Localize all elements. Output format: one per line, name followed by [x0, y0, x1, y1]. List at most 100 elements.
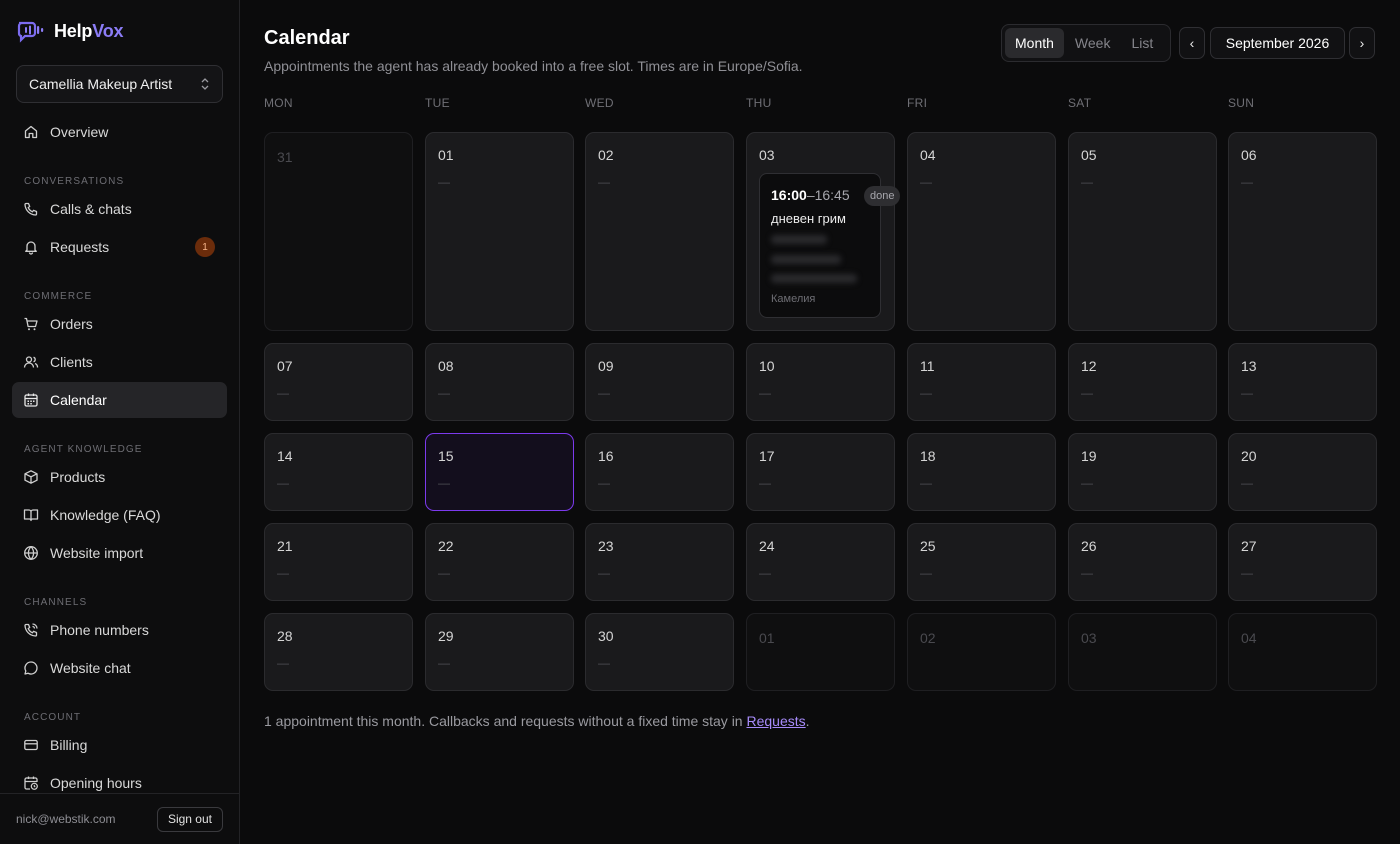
- box-icon: [24, 470, 38, 484]
- weekday-label: TUE: [425, 96, 450, 110]
- calendar-day[interactable]: 29 —: [425, 613, 574, 691]
- calendar-page: Calendar Appointments the agent has alre…: [264, 0, 1377, 844]
- view-month-button[interactable]: Month: [1005, 28, 1064, 58]
- calendar-day[interactable]: 10 —: [746, 343, 895, 421]
- day-number: 30: [598, 628, 614, 644]
- calendar-day[interactable]: 16 —: [585, 433, 734, 511]
- no-appointments-marker: —: [920, 476, 932, 490]
- no-appointments-marker: —: [759, 566, 771, 580]
- day-number: 14: [277, 448, 293, 464]
- day-number: 02: [598, 147, 614, 163]
- sidebar-item-label: Orders: [50, 316, 93, 332]
- sidebar-item-label: Website chat: [50, 660, 131, 676]
- no-appointments-marker: —: [598, 656, 610, 670]
- business-selector[interactable]: Camellia Makeup Artist: [16, 65, 223, 103]
- sidebar-item-label: Requests: [50, 239, 110, 255]
- calendar-day[interactable]: 14 —: [264, 433, 413, 511]
- current-month-label[interactable]: September 2026: [1210, 27, 1345, 59]
- day-number: 19: [1081, 448, 1097, 464]
- calendar-day[interactable]: 03 16:00–16:45 done дневен грим Камелия: [746, 132, 901, 331]
- redacted-client-phone: [771, 255, 841, 264]
- sidebar-item-website-import[interactable]: Website import: [12, 535, 227, 571]
- calendar-day[interactable]: 27 —: [1228, 523, 1377, 601]
- appointment-end: –16:45: [806, 187, 850, 203]
- calendar-day[interactable]: 26 —: [1068, 523, 1217, 601]
- brand-logo[interactable]: HelpVox: [16, 18, 123, 44]
- appointment-staff: Камелия: [771, 293, 816, 305]
- calendar-day[interactable]: 28 —: [264, 613, 413, 691]
- calendar-day[interactable]: 11 —: [907, 343, 1056, 421]
- calendar-day-today[interactable]: 15 —: [425, 433, 574, 511]
- calendar-day[interactable]: 12 —: [1068, 343, 1217, 421]
- next-month-button[interactable]: ›: [1349, 27, 1375, 59]
- home-icon: [24, 125, 38, 139]
- day-number: 05: [1081, 147, 1097, 163]
- calendar-day[interactable]: 25 —: [907, 523, 1056, 601]
- calendar-day[interactable]: 21 —: [264, 523, 413, 601]
- phone-icon: [24, 202, 38, 216]
- sidebar-item-phone-numbers[interactable]: Phone numbers: [12, 612, 227, 648]
- view-week-button[interactable]: Week: [1065, 28, 1121, 58]
- calendar-day[interactable]: 09 —: [585, 343, 734, 421]
- view-toggle: Month Week List: [1001, 24, 1171, 62]
- calendar-day[interactable]: 04 —: [907, 132, 1056, 331]
- sidebar-item-calls-chats[interactable]: Calls & chats: [12, 191, 227, 227]
- cart-icon: [24, 317, 38, 331]
- sidebar-item-orders[interactable]: Orders: [12, 306, 227, 342]
- no-appointments-marker: —: [1081, 476, 1093, 490]
- day-number: 31: [277, 149, 293, 165]
- sidebar-item-overview[interactable]: Overview: [12, 114, 227, 150]
- sidebar-item-label: Calendar: [50, 392, 107, 408]
- sidebar-item-billing[interactable]: Billing: [12, 727, 227, 763]
- calendar-day[interactable]: 19 —: [1068, 433, 1217, 511]
- users-icon: [23, 356, 39, 368]
- no-appointments-marker: —: [759, 476, 771, 490]
- calendar-day-outside-month[interactable]: 03: [1068, 613, 1217, 691]
- appointment-card[interactable]: 16:00–16:45 done дневен грим Камелия: [759, 173, 901, 318]
- calendar-day[interactable]: 06 —: [1228, 132, 1377, 331]
- sidebar-item-website-chat[interactable]: Website chat: [12, 650, 227, 686]
- calendar-day-outside-month[interactable]: 31: [264, 132, 413, 331]
- status-badge: done: [864, 186, 901, 206]
- sidebar-item-products[interactable]: Products: [12, 459, 227, 495]
- requests-link[interactable]: Requests: [746, 713, 805, 729]
- sidebar-item-calendar[interactable]: Calendar: [12, 382, 227, 418]
- calendar-day[interactable]: 20 —: [1228, 433, 1377, 511]
- sidebar-item-clients[interactable]: Clients: [12, 344, 227, 380]
- sidebar-footer: nick@webstik.com Sign out: [0, 793, 239, 844]
- previous-month-button[interactable]: ‹: [1179, 27, 1205, 59]
- no-appointments-marker: —: [920, 175, 932, 189]
- calendar-day[interactable]: 07 —: [264, 343, 413, 421]
- calendar-day-outside-month[interactable]: 02: [907, 613, 1056, 691]
- day-number: 15: [438, 448, 454, 464]
- sidebar-item-label: Knowledge (FAQ): [50, 507, 161, 523]
- sidebar-item-requests[interactable]: Requests 1: [12, 229, 227, 265]
- view-list-button[interactable]: List: [1121, 28, 1163, 58]
- weekday-label: MON: [264, 96, 293, 110]
- nav-section-agent-knowledge: AGENT KNOWLEDGE: [24, 444, 143, 455]
- calendar-day[interactable]: 02 —: [585, 132, 734, 331]
- calendar-day[interactable]: 24 —: [746, 523, 895, 601]
- calendar-day[interactable]: 01 —: [425, 132, 574, 331]
- no-appointments-marker: —: [277, 656, 289, 670]
- calendar-day-outside-month[interactable]: 01: [746, 613, 895, 691]
- day-number: 18: [920, 448, 936, 464]
- sign-out-button[interactable]: Sign out: [156, 806, 223, 832]
- calendar-day[interactable]: 30 —: [585, 613, 734, 691]
- requests-count-badge: 1: [195, 237, 215, 257]
- no-appointments-marker: —: [1081, 386, 1093, 400]
- calendar-day[interactable]: 08 —: [425, 343, 574, 421]
- calendar-day[interactable]: 22 —: [425, 523, 574, 601]
- calendar-day[interactable]: 23 —: [585, 523, 734, 601]
- no-appointments-marker: —: [438, 566, 450, 580]
- sidebar-item-label: Overview: [50, 124, 109, 140]
- bell-icon: [25, 241, 37, 255]
- sidebar-item-knowledge-faq[interactable]: Knowledge (FAQ): [12, 497, 227, 533]
- calendar-day[interactable]: 18 —: [907, 433, 1056, 511]
- calendar-day[interactable]: 05 —: [1068, 132, 1217, 331]
- calendar-day[interactable]: 17 —: [746, 433, 895, 511]
- calendar-day[interactable]: 13 —: [1228, 343, 1377, 421]
- nav-section-conversations: CONVERSATIONS: [24, 176, 125, 187]
- calendar-day-outside-month[interactable]: 04: [1228, 613, 1377, 691]
- weekday-label: SUN: [1228, 96, 1255, 110]
